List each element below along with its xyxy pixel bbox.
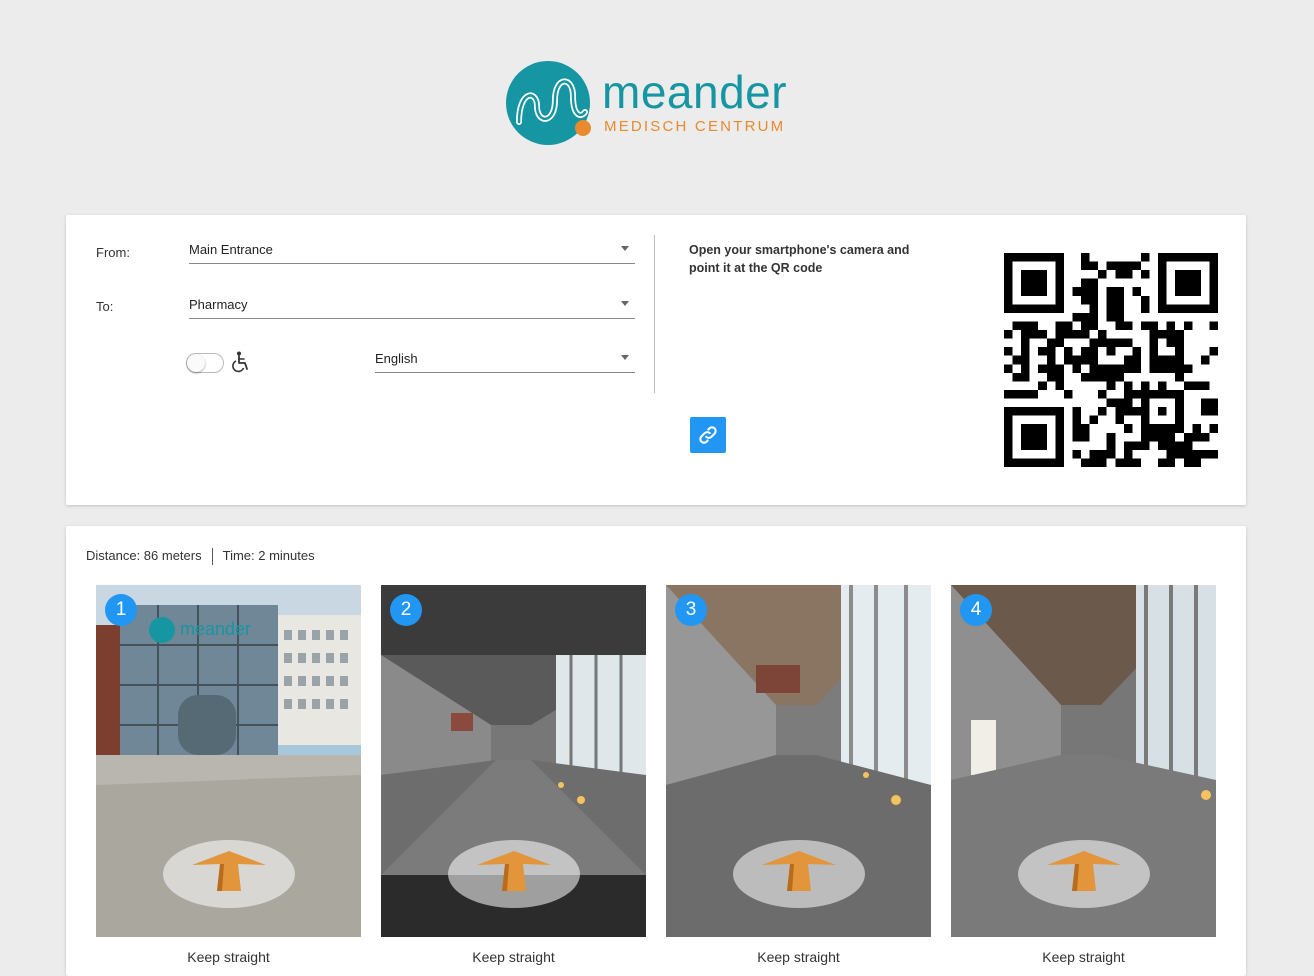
route-summary: Distance: 86 meters Time: 2 minutes bbox=[86, 548, 315, 566]
route-form-card: From: Main Entrance To: Pharmacy English… bbox=[66, 215, 1246, 505]
from-select[interactable]: Main Entrance bbox=[189, 237, 635, 264]
step-card[interactable]: meander 1 bbox=[96, 585, 361, 937]
step-number-badge: 1 bbox=[105, 594, 137, 626]
wheelchair-icon bbox=[232, 351, 248, 373]
logo-subtitle: MEDISCH CENTRUM bbox=[604, 118, 786, 135]
step-card[interactable]: 3 bbox=[666, 585, 931, 937]
step-caption: Keep straight bbox=[757, 949, 840, 965]
chevron-down-icon bbox=[621, 301, 629, 306]
logo-wordmark: meander bbox=[602, 66, 788, 118]
language-select-value: English bbox=[375, 351, 418, 366]
vertical-divider bbox=[654, 235, 655, 393]
time-text: Time: 2 minutes bbox=[222, 548, 315, 563]
to-select-value: Pharmacy bbox=[189, 297, 248, 312]
step-caption: Keep straight bbox=[472, 949, 555, 965]
logo-mark-icon bbox=[506, 61, 591, 145]
arrow-up-icon bbox=[733, 840, 865, 908]
step-caption: Keep straight bbox=[1042, 949, 1125, 965]
arrow-up-icon bbox=[1018, 840, 1150, 908]
chevron-down-icon bbox=[621, 246, 629, 251]
from-label: From: bbox=[96, 245, 130, 260]
accessibility-toggle[interactable] bbox=[186, 353, 224, 373]
to-label: To: bbox=[96, 299, 114, 314]
step-caption: Keep straight bbox=[187, 949, 270, 965]
step-card[interactable]: 2 bbox=[381, 585, 646, 937]
summary-divider bbox=[211, 548, 213, 566]
link-icon bbox=[699, 426, 717, 444]
meander-logo: meander MEDISCH CENTRUM bbox=[505, 60, 825, 150]
route-steps-card: Distance: 86 meters Time: 2 minutes meand… bbox=[66, 526, 1246, 976]
language-select[interactable]: English bbox=[375, 346, 635, 373]
copy-link-button[interactable] bbox=[690, 417, 726, 453]
chevron-down-icon bbox=[621, 355, 629, 360]
to-select[interactable]: Pharmacy bbox=[189, 292, 635, 319]
svg-text:meander: meander bbox=[180, 619, 251, 639]
step-card[interactable]: 4 bbox=[951, 585, 1216, 937]
step-number-badge: 3 bbox=[675, 594, 707, 626]
qr-code bbox=[1004, 253, 1218, 467]
arrow-up-icon bbox=[448, 840, 580, 908]
from-select-value: Main Entrance bbox=[189, 242, 273, 257]
distance-text: Distance: 86 meters bbox=[86, 548, 202, 563]
qr-instruction: Open your smartphone's camera and point … bbox=[689, 243, 910, 275]
arrow-up-icon bbox=[163, 840, 295, 908]
step-number-badge: 2 bbox=[390, 594, 422, 626]
toggle-knob bbox=[187, 354, 205, 372]
step-number-badge: 4 bbox=[960, 594, 992, 626]
